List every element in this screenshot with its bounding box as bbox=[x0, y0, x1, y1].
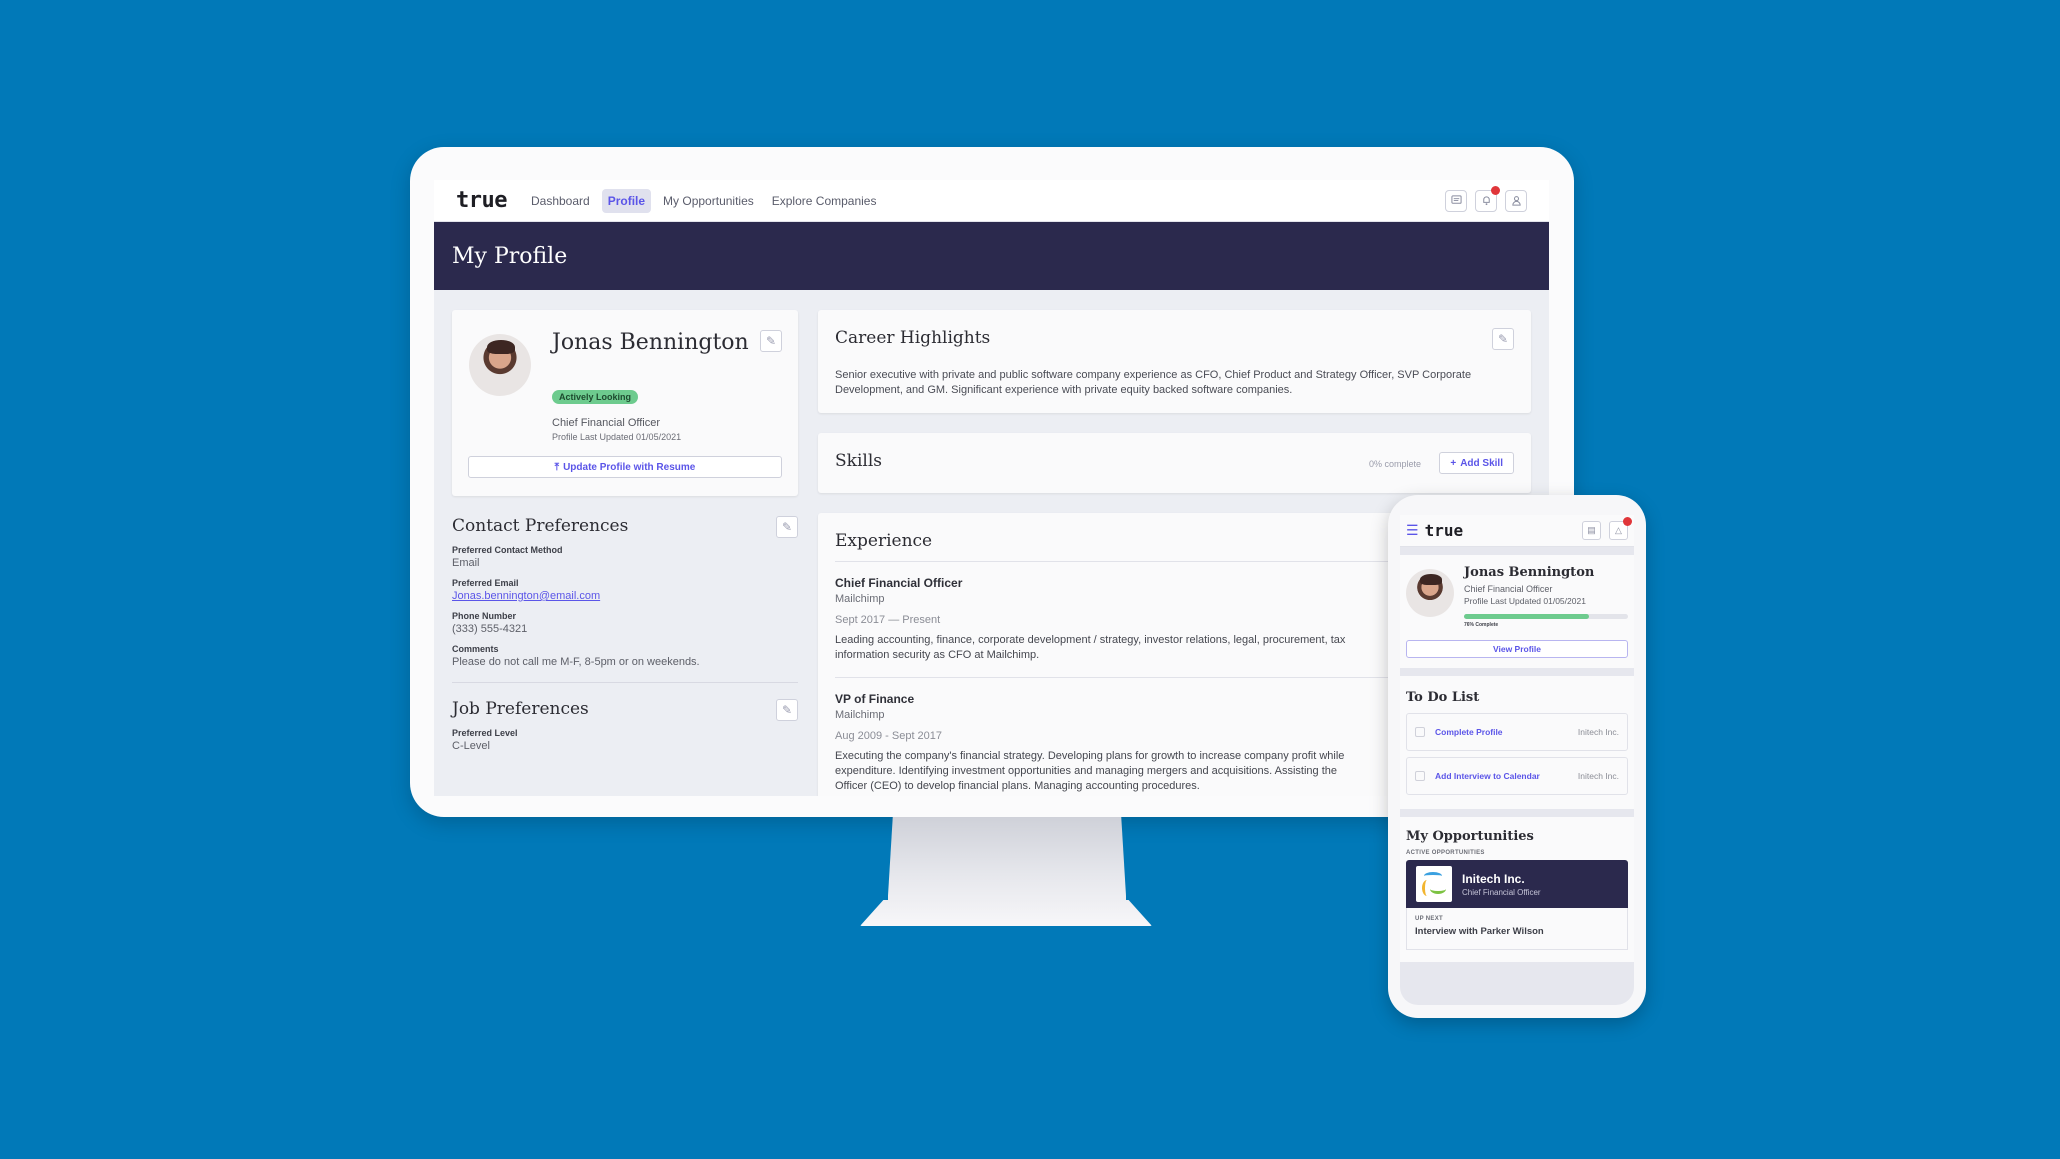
field-label: Preferred Level bbox=[452, 728, 518, 738]
field-label: Comments bbox=[452, 644, 499, 654]
opportunity-role: Chief Financial Officer bbox=[1462, 887, 1541, 897]
monitor-stand-base bbox=[860, 900, 1152, 926]
company-logo bbox=[1416, 866, 1452, 902]
profile-last-updated: Profile Last Updated 01/05/2021 bbox=[552, 432, 682, 442]
chat-icon[interactable]: ▤ bbox=[1582, 521, 1601, 540]
top-nav: true Dashboard Profile My Opportunities … bbox=[434, 180, 1549, 222]
nav-my-opportunities[interactable]: My Opportunities bbox=[657, 189, 760, 213]
up-next-label: UP NEXT bbox=[1415, 916, 1443, 922]
mobile-profile-updated: Profile Last Updated 01/05/2021 bbox=[1464, 596, 1586, 606]
todo-company: Initech Inc. bbox=[1577, 771, 1619, 781]
avatar bbox=[469, 334, 531, 396]
chat-icon[interactable] bbox=[1445, 189, 1467, 212]
career-highlights-title: Career Highlights bbox=[835, 328, 991, 348]
bell-icon[interactable]: △ bbox=[1609, 517, 1632, 540]
job-preferences-title: Job Preferences bbox=[452, 699, 589, 719]
contact-preferences-section: Contact Preferences ✎ Preferred Contact … bbox=[452, 516, 798, 668]
notification-dot bbox=[1491, 185, 1500, 195]
opportunity-info: Initech Inc. Chief Financial Officer bbox=[1462, 872, 1541, 897]
skills-completion: 0% complete bbox=[1368, 459, 1421, 469]
add-skill-button[interactable]: + Add Skill bbox=[1439, 452, 1514, 474]
pencil-icon: ✎ bbox=[781, 703, 793, 717]
field-label: Preferred Contact Method bbox=[452, 545, 563, 555]
active-opportunities-label: ACTIVE OPPORTUNITIES bbox=[1406, 850, 1485, 856]
mobile-profile-title: Chief Financial Officer bbox=[1464, 584, 1553, 594]
profile-progress-bar bbox=[1464, 614, 1628, 619]
desktop-screen: true Dashboard Profile My Opportunities … bbox=[434, 180, 1549, 796]
profile-progress-fill bbox=[1464, 614, 1589, 619]
profile-card: Jonas Bennington Actively Looking Chief … bbox=[452, 310, 798, 496]
preferred-email-link[interactable]: Jonas.bennington@email.com bbox=[452, 590, 798, 602]
nav-icon-group bbox=[1445, 185, 1527, 212]
todo-checkbox[interactable] bbox=[1415, 727, 1425, 737]
nav-profile[interactable]: Profile bbox=[601, 188, 652, 213]
avatar bbox=[1406, 569, 1454, 617]
update-resume-label: Update Profile with Resume bbox=[563, 461, 696, 473]
opportunity-company: Initech Inc. bbox=[1462, 871, 1525, 886]
app-logo[interactable]: true bbox=[456, 188, 507, 213]
section-divider bbox=[452, 682, 798, 683]
todo-company: Initech Inc. bbox=[1577, 727, 1619, 737]
hamburger-menu-icon[interactable]: ☰ bbox=[1406, 522, 1419, 539]
view-profile-button[interactable]: View Profile bbox=[1406, 640, 1628, 658]
pencil-icon: ✎ bbox=[781, 520, 793, 534]
preferred-contact-method: Email bbox=[452, 557, 480, 569]
job-preferences-section: Job Preferences ✎ Preferred Level C-Leve… bbox=[452, 699, 798, 752]
field-label: Phone Number bbox=[452, 611, 517, 621]
add-skill-label: Add Skill bbox=[1460, 457, 1503, 469]
plus-icon: + bbox=[1450, 457, 1457, 469]
mobile-profile-name: Jonas Bennington bbox=[1464, 565, 1595, 580]
phone-number: (333) 555-4321 bbox=[452, 623, 528, 635]
contact-preferences-title: Contact Preferences bbox=[452, 516, 629, 536]
comments: Please do not call me M-F, 8-5pm or on w… bbox=[452, 656, 700, 668]
up-next-event[interactable]: Interview with Parker Wilson bbox=[1415, 926, 1619, 937]
nav-dashboard[interactable]: Dashboard bbox=[525, 189, 596, 213]
monitor-stand bbox=[888, 817, 1126, 913]
profile-content: Jonas Bennington Actively Looking Chief … bbox=[434, 290, 1549, 796]
profile-name: Jonas Bennington bbox=[552, 330, 749, 355]
mobile-nav-icons: ▤ △ bbox=[1582, 517, 1632, 540]
preferred-level: C-Level bbox=[452, 740, 490, 752]
todo-item[interactable]: Complete Profile Initech Inc. bbox=[1406, 713, 1628, 751]
edit-career-highlights-button[interactable]: ✎ bbox=[1492, 328, 1514, 350]
career-highlights-text: Senior executive with private and public… bbox=[835, 369, 1472, 396]
mobile-phone: ☰ true ▤ △ Jonas Bennington Chief Financ… bbox=[1388, 495, 1646, 1018]
page-title: My Profile bbox=[452, 243, 568, 269]
pencil-icon: ✎ bbox=[1497, 332, 1509, 346]
mobile-app-logo[interactable]: true bbox=[1425, 521, 1464, 540]
mobile-screen: ☰ true ▤ △ Jonas Bennington Chief Financ… bbox=[1400, 515, 1634, 1005]
field-label: Preferred Email bbox=[452, 578, 519, 588]
todo-label[interactable]: Add Interview to Calendar bbox=[1435, 771, 1540, 781]
mobile-nav: ☰ true ▤ △ bbox=[1400, 515, 1634, 547]
mobile-profile-card: Jonas Bennington Chief Financial Officer… bbox=[1400, 555, 1634, 668]
edit-job-preferences-button[interactable]: ✎ bbox=[776, 699, 798, 721]
profile-progress-label: 76% Complete bbox=[1464, 622, 1499, 628]
page-header: My Profile bbox=[434, 222, 1549, 290]
edit-contact-preferences-button[interactable]: ✎ bbox=[776, 516, 798, 538]
user-icon[interactable] bbox=[1505, 189, 1527, 212]
skills-title: Skills bbox=[835, 451, 882, 471]
preferences-panel: Contact Preferences ✎ Preferred Contact … bbox=[452, 516, 798, 752]
todo-title: To Do List bbox=[1406, 690, 1480, 705]
bell-icon[interactable] bbox=[1475, 185, 1500, 212]
edit-profile-button[interactable]: ✎ bbox=[760, 330, 782, 352]
skills-card: Skills 0% complete + Add Skill bbox=[818, 433, 1531, 493]
pencil-icon: ✎ bbox=[765, 334, 777, 348]
opportunities-title: My Opportunities bbox=[1406, 829, 1534, 844]
profile-job-title: Chief Financial Officer bbox=[552, 417, 661, 429]
career-highlights-card: Career Highlights ✎ Senior executive wit… bbox=[818, 310, 1531, 413]
up-next-panel: UP NEXT Interview with Parker Wilson bbox=[1406, 908, 1628, 950]
nav-explore-companies[interactable]: Explore Companies bbox=[766, 189, 883, 213]
update-resume-button[interactable]: ⤒ Update Profile with Resume bbox=[468, 456, 782, 478]
todo-item[interactable]: Add Interview to Calendar Initech Inc. bbox=[1406, 757, 1628, 795]
todo-label[interactable]: Complete Profile bbox=[1435, 727, 1503, 737]
todo-checkbox[interactable] bbox=[1415, 771, 1425, 781]
notification-dot bbox=[1623, 517, 1632, 526]
todo-card: To Do List Complete Profile Initech Inc.… bbox=[1400, 676, 1634, 809]
status-badge: Actively Looking bbox=[552, 390, 639, 404]
upload-icon: ⤒ bbox=[554, 461, 560, 473]
opportunities-card: My Opportunities ACTIVE OPPORTUNITIES In… bbox=[1400, 817, 1634, 962]
opportunity-card[interactable]: Initech Inc. Chief Financial Officer bbox=[1406, 860, 1628, 908]
